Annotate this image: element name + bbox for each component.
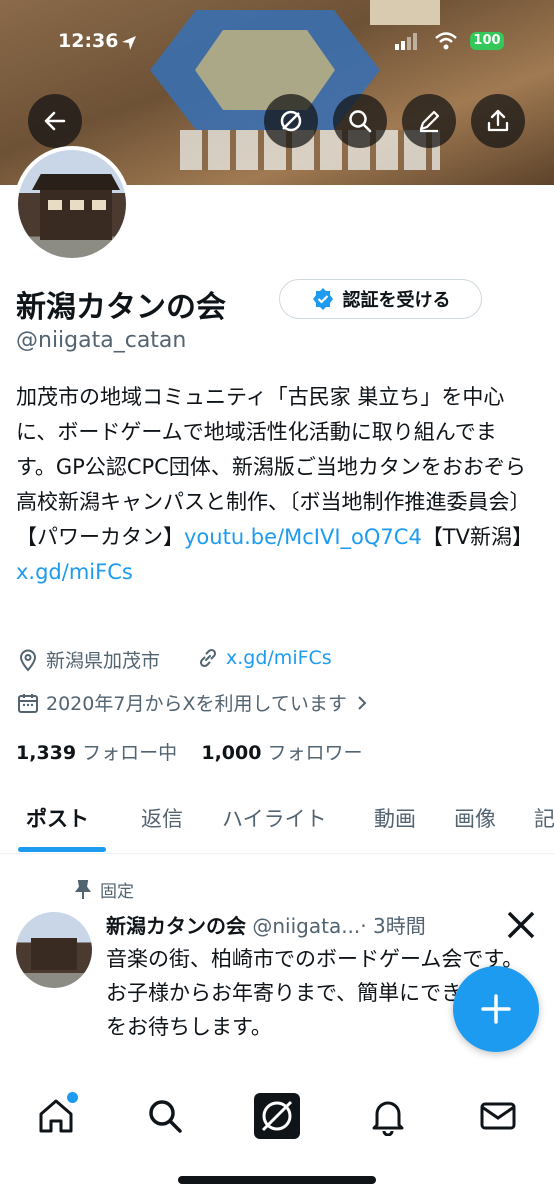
bell-icon	[372, 1101, 404, 1136]
bio-link-youtube[interactable]: youtu.be/McIVI_oQ7C4	[184, 525, 422, 549]
tab-posts[interactable]: ポスト	[26, 803, 89, 833]
tab-articles[interactable]: 記	[534, 803, 554, 833]
back-arrow-icon	[44, 111, 66, 131]
compose-button[interactable]	[453, 966, 539, 1052]
bio-text-tv: 【TV新潟】	[421, 525, 534, 549]
pinned-label: 固定	[100, 882, 134, 902]
active-tab-indicator	[18, 847, 106, 852]
tab-replies[interactable]: 返信	[141, 803, 183, 833]
grok-button[interactable]	[264, 94, 318, 148]
share-icon	[487, 109, 509, 132]
pin-icon	[75, 879, 91, 899]
website-link[interactable]: x.gd/miFCs	[226, 647, 332, 669]
grok-icon	[280, 110, 302, 132]
wifi-icon	[435, 32, 457, 50]
post-author-name[interactable]: 新潟カタンの会	[106, 914, 246, 938]
profile-handle: @niigata_catan	[16, 328, 187, 353]
share-button[interactable]	[471, 94, 525, 148]
post-author-handle[interactable]: @niigata...	[252, 914, 360, 938]
get-verified-button[interactable]: 認証を受ける	[279, 279, 482, 319]
post-time: · 3時間	[360, 914, 426, 938]
location-arrow-icon	[122, 36, 136, 50]
link-icon	[199, 648, 217, 668]
location-pin-icon	[19, 649, 37, 672]
plus-icon	[481, 994, 511, 1024]
following-link[interactable]: 1,339 フォロー中	[16, 742, 177, 764]
follow-counts: 1,339 フォロー中 1,000 フォロワー	[16, 738, 363, 765]
chevron-right-icon	[358, 695, 367, 710]
tab-videos[interactable]: 動画	[374, 803, 416, 833]
tab-highlights[interactable]: ハイライト	[222, 803, 327, 833]
back-button[interactable]	[28, 94, 82, 148]
search-icon	[349, 110, 372, 133]
notification-dot	[67, 1092, 78, 1103]
nav-search[interactable]	[141, 1092, 189, 1140]
followers-label: フォロワー	[267, 742, 363, 764]
edit-icon	[419, 110, 440, 133]
calendar-icon	[18, 693, 38, 713]
search-button[interactable]	[333, 94, 387, 148]
bio-link-xgd[interactable]: x.gd/miFCs	[16, 560, 133, 584]
display-name: 新潟カタンの会	[16, 290, 226, 325]
nav-grok[interactable]	[253, 1092, 301, 1140]
nav-notifications[interactable]	[364, 1092, 412, 1140]
followers-count: 1,000	[201, 742, 262, 764]
following-label: フォロー中	[82, 742, 178, 764]
profile-tabs: ポスト 返信 ハイライト 動画 画像 記	[0, 795, 554, 854]
verify-label: 認証を受ける	[342, 290, 451, 311]
home-indicator	[178, 1176, 376, 1184]
mail-icon	[480, 1102, 516, 1130]
profile-avatar[interactable]	[14, 146, 130, 262]
profile-joined[interactable]: 2020年7月からXを利用しています	[16, 689, 371, 716]
nav-messages[interactable]	[474, 1092, 522, 1140]
joined-text: 2020年7月からXを利用しています	[46, 693, 347, 715]
verified-badge-icon	[312, 288, 333, 310]
post-header: 新潟カタンの会 @niigata...· 3時間	[106, 910, 426, 939]
tab-images[interactable]: 画像	[454, 803, 496, 833]
grok-icon	[254, 1093, 300, 1139]
profile-location: 新潟県加茂市	[16, 646, 160, 673]
status-time: 12:36	[58, 30, 119, 52]
signal-icon	[395, 33, 417, 50]
profile-bio: 加茂市の地域コミュニティ「古民家 巣立ち」を中心に、ボードゲームで地域活性化活動…	[16, 380, 536, 590]
profile-website[interactable]: x.gd/miFCs	[196, 646, 332, 670]
nav-home[interactable]	[32, 1092, 80, 1140]
followers-link[interactable]: 1,000 フォロワー	[201, 742, 362, 764]
pinned-indicator: 固定	[74, 877, 134, 902]
following-count: 1,339	[16, 742, 77, 764]
search-icon	[149, 1100, 182, 1133]
edit-button[interactable]	[402, 94, 456, 148]
location-text: 新潟県加茂市	[46, 650, 161, 672]
post-author-avatar[interactable]	[16, 912, 92, 988]
battery-indicator: 100	[470, 32, 504, 50]
x-logo-icon[interactable]	[506, 910, 536, 940]
